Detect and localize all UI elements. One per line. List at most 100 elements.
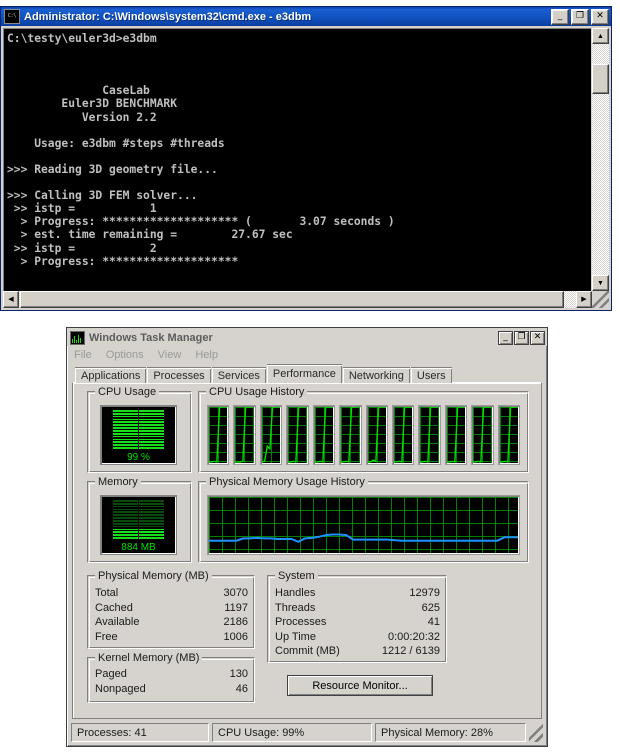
table-row: Paged 130 [88, 667, 254, 682]
cpu-history-graph-6 [365, 405, 388, 465]
cpu-history-graph-2 [259, 405, 283, 465]
row-value: 625 [421, 601, 440, 614]
table-row: Free 1006 [88, 630, 254, 645]
close-button[interactable]: ✕ [530, 330, 545, 345]
console-output-text: C:\testy\euler3d>e3dbm CaseLab Euler3D B… [7, 32, 395, 268]
menu-bar: File Options View Help [67, 346, 547, 363]
cpu-usage-value: 99 % [127, 452, 150, 463]
cpu-history-graph-0 [207, 405, 230, 465]
row-label: Handles [275, 587, 316, 599]
menu-item-file[interactable]: File [74, 349, 92, 361]
memory-history-label: Physical Memory Usage History [206, 476, 368, 488]
memory-label: Memory [95, 476, 141, 488]
console-screen[interactable]: C:\testy\euler3d>e3dbm CaseLab Euler3D B… [3, 28, 592, 291]
table-row: Threads 625 [268, 601, 446, 616]
tab-processes[interactable]: Processes [147, 367, 211, 383]
console-vertical-scrollbar[interactable]: ▲ ▼ [591, 28, 609, 291]
row-value: 46 [235, 682, 248, 695]
row-value: 1212 / 6139 [381, 645, 440, 657]
cmd-window-controls: _ ❐ ✕ [551, 8, 609, 25]
taskmgr-resize-grip[interactable] [529, 723, 543, 742]
maximize-button[interactable]: ❐ [571, 8, 589, 25]
scroll-right-icon[interactable]: ▶ [576, 291, 592, 308]
tab-users[interactable]: Users [410, 367, 452, 383]
kernel-memory-label: Kernel Memory (MB) [95, 652, 203, 664]
console-horizontal-scrollbar[interactable]: ◀ ▶ [3, 291, 592, 308]
status-bar: Processes: 41 CPU Usage: 99% Physical Me… [71, 723, 543, 742]
row-label: Up Time [275, 630, 316, 643]
cpu-gauge-bars [101, 410, 176, 450]
tab-networking[interactable]: Networking [342, 367, 410, 383]
row-value: 3070 [223, 587, 248, 599]
cpu-usage-group: CPU Usage 99 % [87, 386, 192, 473]
cmd-resize-grip[interactable] [592, 291, 609, 308]
memory-value: 884 MB [121, 542, 156, 553]
row-value: 41 [427, 616, 440, 628]
row-label: Cached [95, 601, 133, 614]
task-manager-icon [70, 330, 85, 345]
scroll-up-icon[interactable]: ▲ [592, 28, 609, 44]
scroll-down-icon[interactable]: ▼ [592, 275, 609, 291]
table-row: Nonpaged 46 [88, 682, 254, 697]
row-label: Free [95, 630, 118, 643]
resource-monitor-button[interactable]: Resource Monitor... [287, 675, 433, 696]
performance-tab-panel: CPU Usage 99 % Memory 884 MB CPU Usage H… [72, 382, 542, 719]
row-value: 2186 [223, 616, 248, 628]
system-rows: Handles 12979 Threads 625 Processes 41 U… [268, 586, 446, 659]
status-processes: Processes: 41 [71, 723, 209, 742]
cpu-history-graph-1 [233, 405, 256, 465]
table-row: Total 3070 [88, 586, 254, 601]
taskmgr-title-bar[interactable]: Windows Task Manager _ ❐ ✕ [67, 328, 547, 346]
tab-strip: Applications Processes Services Performa… [72, 364, 542, 383]
command-prompt-window: C:\ Administrator: C:\Windows\system32\c… [0, 6, 612, 311]
cpu-usage-label: CPU Usage [95, 386, 160, 398]
table-row: Cached 1197 [88, 601, 254, 616]
memory-gauge: 884 MB [100, 495, 177, 555]
row-label: Total [95, 587, 119, 599]
taskmgr-window-controls: _ ❐ ✕ [498, 330, 545, 345]
maximize-button[interactable]: ❐ [514, 330, 529, 345]
memory-history-group: Physical Memory Usage History [198, 476, 529, 563]
row-value: 0:00:20:32 [388, 630, 440, 643]
row-label: Processes [275, 616, 327, 628]
row-label: Nonpaged [95, 682, 146, 695]
tab-applications[interactable]: Applications [75, 367, 147, 383]
row-label: Commit (MB) [275, 645, 340, 657]
minimize-button[interactable]: _ [498, 330, 513, 345]
kernel-memory-group: Kernel Memory (MB) Paged 130 Nonpaged 46 [87, 652, 255, 703]
cpu-history-graph-3 [286, 405, 309, 465]
physical-memory-rows: Total 3070 Cached 1197 Available 2186 Fr… [88, 586, 254, 644]
memory-history-graph [207, 495, 520, 555]
memory-gauge-bars [101, 500, 176, 540]
vertical-scroll-thumb[interactable] [592, 64, 609, 94]
menu-item-help[interactable]: Help [195, 349, 218, 361]
close-button[interactable]: ✕ [591, 8, 609, 25]
row-label: Threads [275, 601, 316, 614]
cpu-usage-history-label: CPU Usage History [206, 386, 308, 398]
tab-services[interactable]: Services [211, 367, 266, 383]
cpu-history-graph-11 [497, 405, 521, 465]
row-value: 1006 [223, 630, 248, 643]
kernel-memory-rows: Paged 130 Nonpaged 46 [88, 667, 254, 696]
cpu-history-graph-10 [471, 405, 494, 465]
cmd-console-icon: C:\ [4, 9, 20, 24]
table-row: Up Time 0:00:20:32 [268, 630, 446, 645]
row-label: Available [95, 616, 140, 628]
cpu-usage-history-group: CPU Usage History [198, 386, 529, 473]
row-value: 12979 [409, 587, 440, 599]
minimize-button[interactable]: _ [551, 8, 569, 25]
status-cpu-usage: CPU Usage: 99% [212, 723, 372, 742]
cmd-window-title: Administrator: C:\Windows\system32\cmd.e… [24, 10, 312, 23]
cpu-usage-gauge: 99 % [100, 405, 177, 465]
system-group: System Handles 12979 Threads 625 Process… [267, 570, 447, 663]
menu-item-options[interactable]: Options [106, 349, 144, 361]
horizontal-scroll-thumb[interactable] [20, 291, 564, 308]
scroll-left-icon[interactable]: ◀ [3, 291, 19, 308]
taskmgr-window-title: Windows Task Manager [89, 331, 213, 344]
physical-memory-group: Physical Memory (MB) Total 3070 Cached 1… [87, 570, 255, 649]
menu-item-view[interactable]: View [158, 349, 182, 361]
cmd-title-bar[interactable]: C:\ Administrator: C:\Windows\system32\c… [1, 7, 611, 26]
cpu-history-graph-4 [312, 405, 336, 465]
tab-performance[interactable]: Performance [266, 364, 342, 383]
row-label: Paged [95, 668, 127, 680]
